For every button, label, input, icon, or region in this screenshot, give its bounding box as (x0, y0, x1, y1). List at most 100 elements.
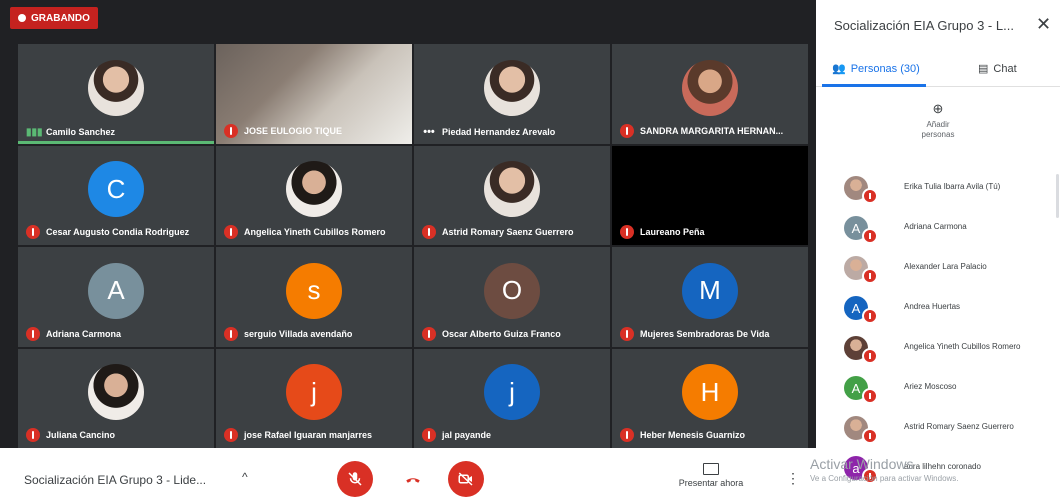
participant-name: SANDRA MARGARITA HERNAN... (640, 125, 784, 136)
mic-off-icon (862, 428, 878, 444)
participant-tile[interactable]: ••• Piedad Hernandez Arevalo (414, 44, 610, 144)
panel-tabs: 👥 Personas (30) ▤ Chat (816, 58, 1060, 87)
participant-name: Angelica Yineth Cubillos Romero (244, 227, 386, 237)
avatar: s (286, 262, 342, 319)
mic-off-icon (862, 228, 878, 244)
mic-off-icon (862, 388, 878, 404)
participant-tile[interactable]: Laureano Peña (612, 145, 808, 245)
list-item[interactable]: A Ariez Moscoso (816, 370, 1060, 410)
side-panel: Socialización EIA Grupo 3 - L... ✕ 👥 Per… (816, 0, 1060, 503)
mic-off-icon (862, 188, 878, 204)
participant-name: Andrea Huertas (904, 302, 961, 311)
participant-name: Erika Tulia Ibarra Avila (Tú) (904, 182, 1001, 191)
participant-tile[interactable]: Juliana Cancino (18, 348, 214, 448)
participant-name-bar: Laureano Peña (620, 225, 802, 239)
participant-name: Mujeres Sembradoras De Vida (640, 328, 770, 339)
participant-tile[interactable]: ▮▮▮ Camilo Sanchez (18, 44, 214, 144)
participant-tile[interactable]: s serguio Villada avendaño (216, 247, 412, 347)
avatar (682, 59, 738, 116)
participant-name-bar: ▮▮▮ Camilo Sanchez (26, 127, 208, 138)
camera-off-icon (458, 472, 473, 486)
tab-people[interactable]: 👥 Personas (30) (832, 62, 920, 76)
participant-name-bar: serguio Villada avendaño (224, 326, 406, 341)
camera-toggle-button[interactable] (448, 461, 484, 497)
participant-name: jose Rafael Iguaran manjarres (244, 430, 373, 440)
list-item[interactable]: Erika Tulia Ibarra Avila (Tú) (816, 170, 1060, 210)
participant-tile[interactable]: C Cesar Augusto Condia Rodriguez (18, 145, 214, 245)
mic-off-icon (26, 428, 40, 442)
participant-tile[interactable]: JOSE EULOGIO TIQUE (216, 44, 412, 144)
participant-tile[interactable]: H Heber Menesis Guarnizo (612, 348, 808, 448)
mic-off-icon (620, 225, 634, 239)
list-item[interactable]: Angelica Yineth Cubillos Romero (816, 330, 1060, 370)
participant-tile[interactable]: M Mujeres Sembradoras De Vida (612, 247, 808, 347)
list-item[interactable]: Alexander Lara Palacio (816, 250, 1060, 290)
chevron-up-icon[interactable]: ^ (242, 470, 248, 484)
avatar (88, 59, 144, 116)
participant-name-bar: SANDRA MARGARITA HERNAN... (620, 123, 802, 138)
participant-name: Laureano Peña (640, 227, 705, 237)
participant-tile[interactable]: SANDRA MARGARITA HERNAN... (612, 44, 808, 144)
avatar: j (484, 364, 540, 421)
participant-name-bar: jose Rafael Iguaran manjarres (224, 428, 406, 442)
mic-off-icon (348, 472, 362, 486)
add-people-button[interactable]: ⊕ Añadir personas (916, 101, 960, 140)
participant-tile[interactable]: Angelica Yineth Cubillos Romero (216, 145, 412, 245)
mic-off-icon (422, 428, 436, 442)
avatar (484, 59, 540, 116)
participant-name: Astrid Romary Saenz Guerrero (904, 422, 1014, 431)
leave-call-button[interactable] (395, 461, 431, 497)
participant-name-bar: JOSE EULOGIO TIQUE (224, 123, 406, 138)
participant-tile[interactable]: O Oscar Alberto Guiza Franco (414, 247, 610, 347)
mic-off-icon (26, 225, 40, 239)
participant-name-bar: Juliana Cancino (26, 428, 208, 442)
panel-scrollbar[interactable] (1056, 174, 1059, 218)
tab-people-label: Personas (30) (850, 62, 920, 75)
participant-name: Ariez Moscoso (904, 382, 957, 391)
participant-name-bar: jal payande (422, 428, 604, 442)
mic-off-icon (422, 225, 436, 239)
list-item[interactable]: A Andrea Huertas (816, 290, 1060, 330)
mic-off-icon (862, 308, 878, 324)
recording-label: GRABANDO (31, 12, 90, 24)
participant-name-bar: Cesar Augusto Condia Rodriguez (26, 225, 208, 239)
avatar: A (88, 262, 144, 319)
participant-name: Juliana Cancino (46, 430, 116, 440)
participant-name: Adriana Carmona (904, 222, 967, 231)
participant-tile[interactable]: j jose Rafael Iguaran manjarres (216, 348, 412, 448)
present-now-button[interactable]: Presentar ahora (666, 463, 756, 488)
watermark-title: Activar Windows (810, 456, 914, 472)
microphone-toggle-button[interactable] (337, 461, 373, 497)
participant-name-bar: ••• Piedad Hernandez Arevalo (422, 126, 604, 138)
recording-dot-icon (18, 14, 26, 22)
participant-list: Erika Tulia Ibarra Avila (Tú) A Adriana Ca… (816, 170, 1060, 490)
add-label-1: Añadir (926, 120, 950, 129)
participant-name: Heber Menesis Guarnizo (640, 430, 746, 440)
meeting-name[interactable]: Socialización EIA Grupo 3 - Lide... (24, 473, 206, 487)
participant-grid: ▮▮▮ Camilo Sanchez JOSE EULOGIO TIQUE ••• Pi… (18, 44, 808, 448)
participant-name: Angelica Yineth Cubillos Romero (904, 342, 1021, 351)
list-item[interactable]: A Adriana Carmona (816, 210, 1060, 250)
mic-off-icon (620, 428, 634, 442)
watermark-subtitle: Ve a Configuración para activar Windows. (810, 474, 959, 483)
participant-tile[interactable]: A Adriana Carmona (18, 247, 214, 347)
list-item[interactable]: Astrid Romary Saenz Guerrero (816, 410, 1060, 450)
participant-tile[interactable]: j jal payande (414, 348, 610, 448)
avatar (484, 161, 540, 218)
mic-off-icon (224, 326, 238, 341)
participant-name: Oscar Alberto Guiza Franco (442, 328, 561, 339)
add-person-icon: ⊕ (932, 101, 944, 116)
mic-off-icon (862, 348, 878, 364)
more-options-icon[interactable]: ⋮ (786, 470, 800, 487)
tab-chat-label: Chat (993, 62, 1017, 75)
tab-chat[interactable]: ▤ Chat (978, 62, 1017, 76)
avatar (286, 161, 342, 218)
bottom-toolbar: Socialización EIA Grupo 3 - Lide... ^ Pr… (0, 448, 816, 503)
participant-name-bar: Oscar Alberto Guiza Franco (422, 326, 604, 341)
participant-name: Camilo Sanchez (46, 127, 116, 137)
active-tab-indicator (822, 84, 926, 87)
mic-off-icon (422, 326, 436, 341)
participant-tile[interactable]: Astrid Romary Saenz Guerrero (414, 145, 610, 245)
avatar: O (484, 262, 540, 319)
close-icon[interactable]: ✕ (1036, 14, 1051, 35)
